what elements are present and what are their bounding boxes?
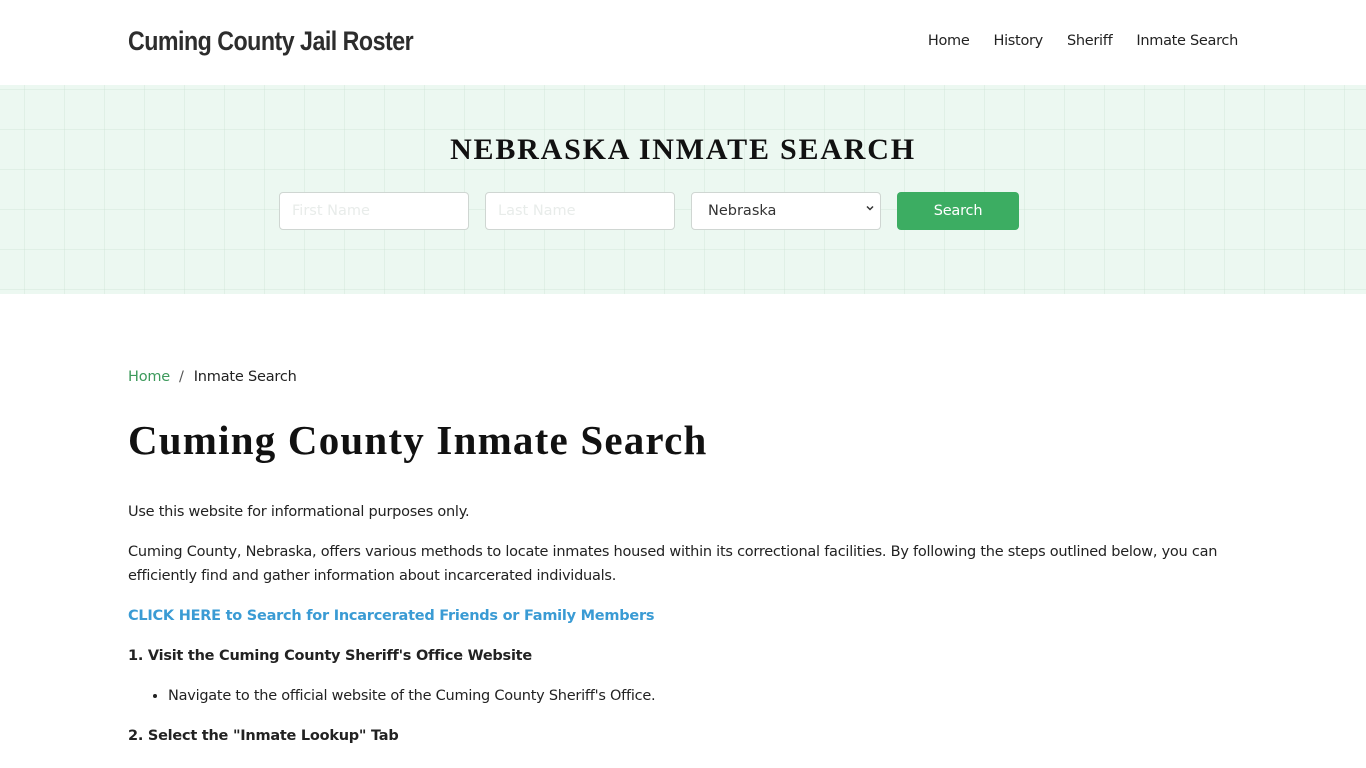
main-nav: Home History Sheriff Inmate Search <box>928 33 1238 49</box>
cta-paragraph: CLICK HERE to Search for Incarcerated Fr… <box>128 604 1238 628</box>
inmate-search-form: Nebraska Search <box>279 192 1019 230</box>
search-button[interactable]: Search <box>897 192 1019 230</box>
nav-item-history[interactable]: History <box>993 33 1043 49</box>
hero-title: NEBRASKA INMATE SEARCH <box>450 133 916 166</box>
site-header: Cuming County Jail Roster Home History S… <box>0 0 1366 85</box>
step-bullet-item: Navigate to the official website of the … <box>168 684 1238 708</box>
site-brand-link[interactable]: Cuming County Jail Roster <box>128 26 414 57</box>
state-select-wrapper: Nebraska <box>691 192 881 230</box>
breadcrumb-current: Inmate Search <box>193 369 297 385</box>
step-heading: 1. Visit the Cuming County Sheriff's Off… <box>128 648 532 664</box>
state-select[interactable]: Nebraska <box>691 192 881 230</box>
article-body: Use this website for informational purpo… <box>128 500 1238 764</box>
breadcrumb-home-link[interactable]: Home <box>128 369 170 385</box>
breadcrumb: Home / Inmate Search <box>128 369 297 385</box>
last-name-input[interactable] <box>485 192 675 230</box>
description-text: Cuming County, Nebraska, offers various … <box>128 544 1218 584</box>
intro-text: Use this website for informational purpo… <box>128 504 470 520</box>
step-heading: 2. Select the "Inmate Lookup" Tab <box>128 728 399 744</box>
first-name-input[interactable] <box>279 192 469 230</box>
step-bullet-list: Navigate to the official website of the … <box>168 684 1238 708</box>
nav-item-inmate-search[interactable]: Inmate Search <box>1136 33 1238 49</box>
breadcrumb-separator: / <box>179 369 184 385</box>
page-title: Cuming County Inmate Search <box>128 417 708 463</box>
hero-search-section: NEBRASKA INMATE SEARCH Nebraska Search <box>0 85 1366 294</box>
nav-item-sheriff[interactable]: Sheriff <box>1067 33 1113 49</box>
nav-item-home[interactable]: Home <box>928 33 970 49</box>
search-inmates-cta-link[interactable]: CLICK HERE to Search for Incarcerated Fr… <box>128 608 655 624</box>
